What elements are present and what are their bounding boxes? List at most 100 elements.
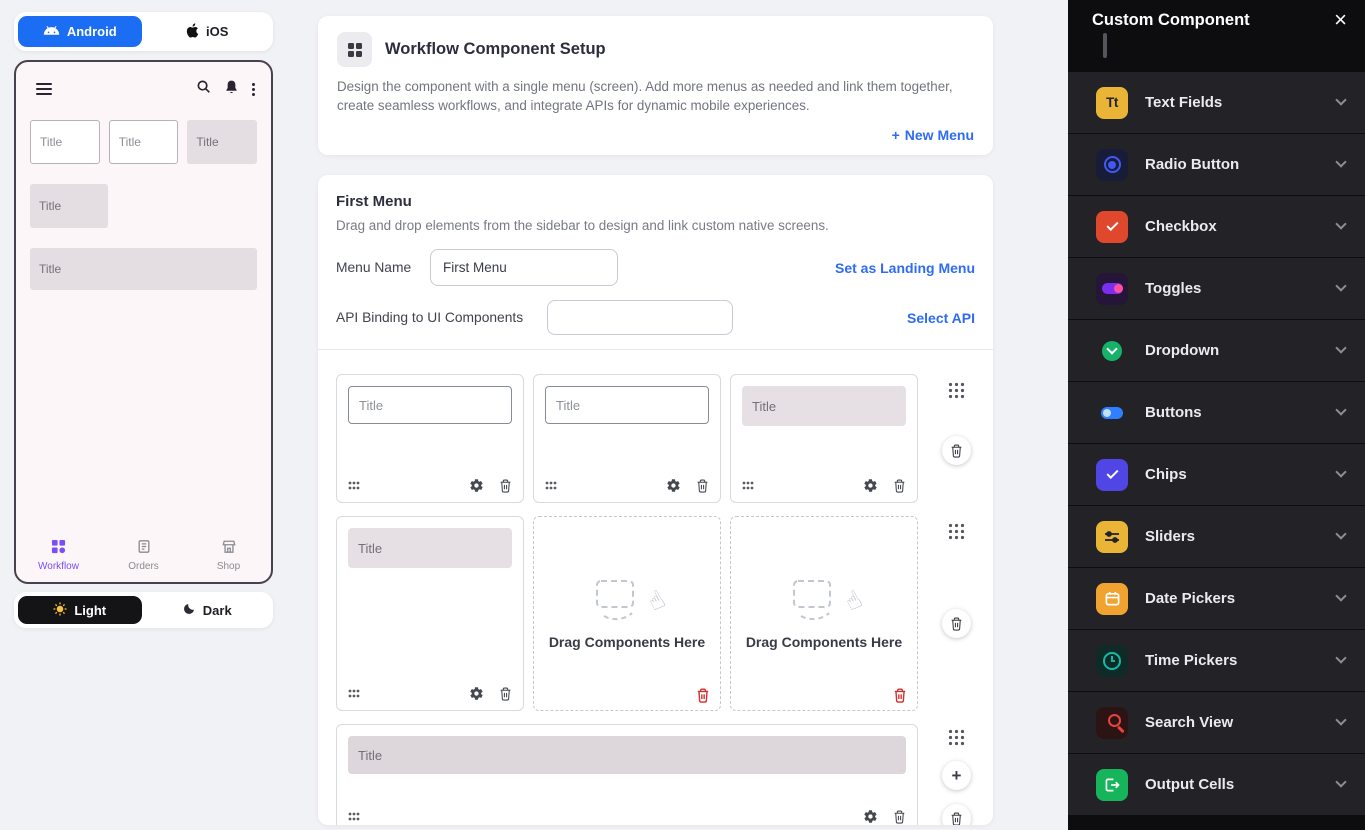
phone-preview-frame: Title Title Title Title Title Workflow (14, 60, 273, 584)
new-menu-button[interactable]: + New Menu (892, 127, 974, 143)
date-picker-icon (1096, 583, 1128, 615)
chevron-down-icon (1335, 94, 1346, 105)
search-view-icon (1096, 707, 1128, 739)
title-input[interactable] (348, 528, 512, 568)
select-api-button[interactable]: Select API (907, 310, 975, 326)
component-card[interactable] (336, 374, 524, 503)
panel-item-chips[interactable]: Chips (1068, 444, 1365, 506)
panel-item-search-view[interactable]: Search View (1068, 692, 1365, 754)
drag-handle-icon[interactable] (348, 689, 360, 698)
add-row-button[interactable]: + (942, 761, 971, 790)
hamburger-menu-icon[interactable] (36, 83, 52, 95)
workflow-grid-icon (51, 539, 66, 557)
light-label: Light (74, 603, 106, 618)
api-binding-label: API Binding to UI Components (336, 310, 547, 325)
row-delete-button[interactable] (942, 804, 971, 825)
row-delete-button[interactable] (942, 609, 971, 638)
panel-item-toggles[interactable]: Toggles (1068, 258, 1365, 320)
set-landing-menu-button[interactable]: Set as Landing Menu (835, 260, 975, 276)
output-cells-icon (1096, 769, 1128, 801)
settings-gear-icon[interactable] (863, 809, 878, 824)
component-card[interactable] (336, 516, 524, 711)
phone-title-field[interactable]: Title (30, 184, 108, 228)
row-drag-handle-icon[interactable] (948, 523, 965, 545)
text-fields-icon: Tt (1096, 87, 1128, 119)
panel-item-output-cells[interactable]: Output Cells (1068, 754, 1365, 816)
ios-toggle-button[interactable]: iOS (146, 16, 270, 47)
component-card[interactable] (533, 374, 721, 503)
android-label: Android (67, 24, 117, 39)
settings-gear-icon[interactable] (469, 686, 484, 701)
dark-theme-button[interactable]: Dark (146, 596, 270, 624)
new-menu-label: New Menu (905, 127, 974, 143)
delete-trash-icon[interactable] (893, 479, 906, 493)
api-binding-input[interactable] (547, 300, 733, 335)
panel-item-text-fields[interactable]: Tt Text Fields (1068, 72, 1365, 134)
phone-title-field[interactable]: Title (109, 120, 179, 164)
menu-name-input[interactable] (430, 249, 618, 286)
panel-item-time-pickers[interactable]: Time Pickers (1068, 630, 1365, 692)
panel-item-checkbox[interactable]: Checkbox (1068, 196, 1365, 258)
row-drag-handle-icon[interactable] (948, 729, 965, 751)
shop-storefront-icon (222, 539, 236, 557)
button-icon (1096, 397, 1128, 429)
delete-trash-icon[interactable] (893, 810, 906, 824)
panel-item-label: Search View (1145, 714, 1337, 731)
nav-item-shop[interactable]: Shop (186, 539, 271, 572)
component-card-wide[interactable] (336, 724, 918, 825)
settings-gear-icon[interactable] (863, 478, 878, 493)
menu-section-title: First Menu (336, 193, 975, 210)
delete-trash-icon[interactable] (696, 688, 710, 703)
panel-item-label: Toggles (1145, 280, 1337, 297)
light-theme-button[interactable]: Light (18, 596, 142, 624)
title-input[interactable] (348, 736, 906, 774)
notification-bell-icon[interactable] (224, 79, 239, 100)
drag-handle-icon[interactable] (348, 481, 360, 490)
drag-handle-icon[interactable] (348, 812, 360, 821)
chevron-down-icon (1335, 776, 1346, 787)
kebab-menu-icon[interactable] (252, 83, 255, 96)
panel-item-dropdown[interactable]: Dropdown (1068, 320, 1365, 382)
moon-icon (183, 602, 196, 618)
drag-components-icon (592, 578, 662, 626)
setup-description: Design the component with a single menu … (337, 78, 969, 115)
settings-gear-icon[interactable] (469, 478, 484, 493)
drag-components-icon (789, 578, 859, 626)
chevron-down-icon (1335, 714, 1346, 725)
title-input[interactable] (742, 386, 906, 426)
nav-item-orders[interactable]: Orders (101, 539, 186, 572)
settings-gear-icon[interactable] (666, 478, 681, 493)
phone-title-field[interactable]: Title (30, 248, 257, 290)
chevron-down-icon (1335, 652, 1346, 663)
drop-zone[interactable]: Drag Components Here (533, 516, 721, 711)
workflow-setup-card: Workflow Component Setup Design the comp… (318, 16, 993, 155)
panel-item-sliders[interactable]: Sliders (1068, 506, 1365, 568)
row-drag-handle-icon[interactable] (948, 382, 965, 404)
panel-item-radio-button[interactable]: Radio Button (1068, 134, 1365, 196)
panel-item-date-pickers[interactable]: Date Pickers (1068, 568, 1365, 630)
delete-trash-icon[interactable] (499, 479, 512, 493)
ios-label: iOS (206, 24, 228, 39)
plus-icon: + (892, 127, 900, 143)
drag-handle-icon[interactable] (742, 481, 754, 490)
panel-item-label: Date Pickers (1145, 590, 1337, 607)
search-icon[interactable] (196, 79, 211, 99)
chips-icon (1096, 459, 1128, 491)
phone-title-field[interactable]: Title (187, 120, 257, 164)
component-card[interactable] (730, 374, 918, 503)
drop-zone[interactable]: Drag Components Here (730, 516, 918, 711)
delete-trash-icon[interactable] (696, 479, 709, 493)
android-toggle-button[interactable]: Android (18, 16, 142, 47)
drag-handle-icon[interactable] (545, 481, 557, 490)
phone-title-field[interactable]: Title (30, 120, 100, 164)
delete-trash-icon[interactable] (893, 688, 907, 703)
chevron-down-icon (1335, 156, 1346, 167)
close-icon[interactable]: × (1334, 9, 1347, 31)
panel-item-buttons[interactable]: Buttons (1068, 382, 1365, 444)
scrollbar-thumb[interactable] (1103, 33, 1107, 58)
title-input[interactable] (545, 386, 709, 424)
title-input[interactable] (348, 386, 512, 424)
nav-item-workflow[interactable]: Workflow (16, 539, 101, 572)
delete-trash-icon[interactable] (499, 687, 512, 701)
row-delete-button[interactable] (942, 436, 971, 465)
